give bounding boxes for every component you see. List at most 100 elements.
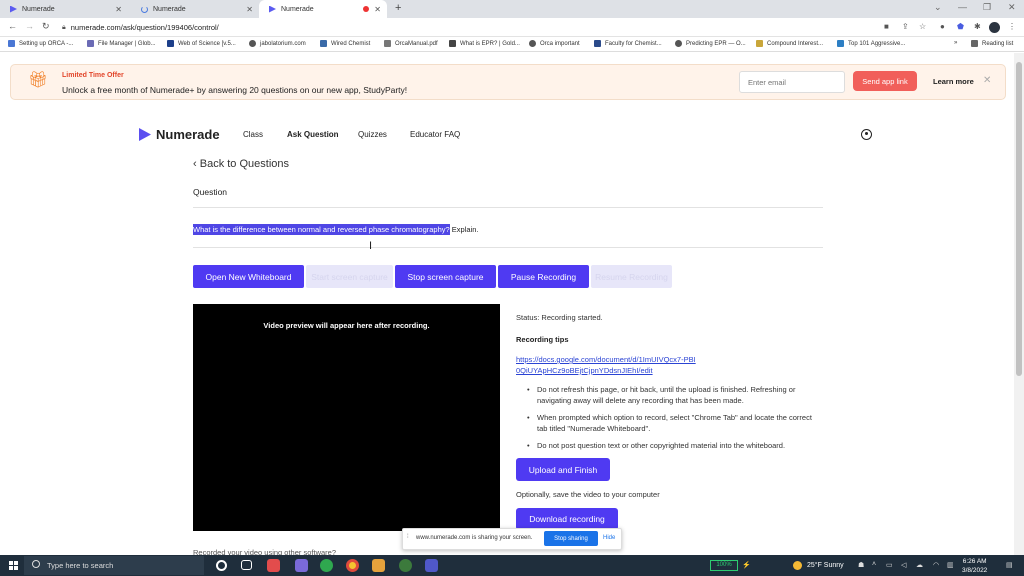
stop-sharing-button[interactable]: Stop sharing: [544, 531, 598, 546]
list-item: Do not post question text or other copyr…: [527, 440, 823, 451]
video-preview-text: Video preview will appear here after rec…: [263, 321, 430, 330]
bookmark-item[interactable]: Predicting EPR — O...: [675, 40, 746, 47]
close-tab-icon[interactable]: ✕: [246, 5, 253, 14]
battery-indicator[interactable]: 100%: [710, 560, 738, 571]
minimize-icon[interactable]: —: [958, 2, 967, 12]
url-text: numerade.com/ask/question/199406/control…: [70, 23, 219, 32]
divider: [193, 207, 823, 208]
bookmark-item[interactable]: Web of Science [v.5...: [167, 40, 236, 47]
open-new-whiteboard-button[interactable]: Open New Whiteboard: [193, 265, 304, 288]
nav-quizzes[interactable]: Quizzes: [358, 130, 387, 139]
upload-and-finish-button[interactable]: Upload and Finish: [516, 458, 610, 481]
close-icon[interactable]: ✕: [983, 75, 991, 86]
people-icon[interactable]: ☗: [858, 561, 864, 569]
bookmarks-overflow-icon[interactable]: »: [954, 40, 957, 46]
bookmark-item[interactable]: Wired Chemist: [320, 40, 370, 47]
bookmark-icon: [320, 40, 327, 47]
close-tab-icon[interactable]: ✕: [374, 5, 381, 14]
bookmark-item[interactable]: Orca important: [529, 40, 580, 47]
search-placeholder: Type here to search: [47, 561, 114, 570]
charging-icon: ⚡: [742, 562, 751, 569]
taskbar-search[interactable]: Type here to search: [24, 556, 204, 575]
start-screen-capture-button[interactable]: Start screen capture: [306, 265, 393, 288]
scrollbar-thumb[interactable]: [1016, 62, 1022, 376]
star-icon[interactable]: ☆: [919, 22, 926, 31]
chrome-icon[interactable]: [346, 559, 359, 572]
new-tab-icon[interactable]: +: [395, 2, 401, 14]
resume-recording-button[interactable]: Resume Recording: [591, 265, 672, 288]
gift-icon: 🎁︎: [28, 72, 49, 89]
profile-avatar[interactable]: [989, 22, 1000, 33]
app-icon[interactable]: [320, 559, 333, 572]
app-icon[interactable]: [267, 559, 280, 572]
reading-list[interactable]: Reading list: [971, 40, 1013, 47]
chrome-icon[interactable]: [399, 559, 412, 572]
browser-tab-1[interactable]: Numerade ✕: [0, 0, 128, 18]
extension-icon[interactable]: ●: [940, 22, 945, 31]
nav-class[interactable]: Class: [243, 130, 263, 139]
nav-educator-faq[interactable]: Educator FAQ: [410, 130, 460, 139]
network-icon[interactable]: ▭: [886, 561, 893, 569]
shield-icon[interactable]: ⬟: [957, 22, 964, 31]
browser-tab-3[interactable]: Numerade ✕: [259, 0, 387, 18]
bookmark-item[interactable]: Setting up ORCA -...: [8, 40, 73, 47]
window-close-icon[interactable]: ✕: [1008, 2, 1016, 13]
camera-icon[interactable]: ■: [884, 22, 889, 31]
question-heading: Question: [193, 187, 228, 197]
user-account-icon[interactable]: [861, 129, 872, 140]
recording-tips-title: Recording tips: [516, 335, 569, 344]
cortana-icon[interactable]: [216, 560, 227, 571]
numerade-logo-icon: [139, 128, 151, 141]
drag-handle-icon[interactable]: ⁞: [407, 534, 409, 540]
video-preview: [193, 304, 500, 531]
language-icon[interactable]: ▥: [947, 561, 954, 569]
recording-tips-link[interactable]: https://docs.google.com/document/d/1ImUI…: [516, 354, 696, 376]
cloud-icon[interactable]: ☁: [916, 561, 923, 569]
loading-spinner-icon: [141, 5, 148, 13]
hide-sharing-bar-button[interactable]: Hide: [603, 535, 615, 541]
volume-icon[interactable]: ◁: [901, 561, 906, 569]
nav-ask-question[interactable]: Ask Question: [287, 130, 339, 139]
chevron-down-icon[interactable]: ⌄: [934, 2, 942, 13]
clock[interactable]: 6:26 AM 3/8/2022: [962, 557, 987, 575]
pause-recording-button[interactable]: Pause Recording: [498, 265, 589, 288]
bookmark-item[interactable]: jabolatorium.com: [249, 40, 306, 47]
restore-icon[interactable]: ❐: [983, 2, 991, 13]
list-item: When prompted which option to record, se…: [527, 412, 823, 434]
app-icon[interactable]: [372, 559, 385, 572]
bookmark-item[interactable]: Compound Interest...: [756, 40, 823, 47]
bookmark-icon: [449, 40, 456, 47]
forward-arrow-icon[interactable]: →: [25, 21, 34, 31]
bookmark-item[interactable]: OrcaManual.pdf: [384, 40, 438, 47]
app-icon[interactable]: [295, 559, 308, 572]
bookmark-item[interactable]: What is EPR? | Gold...: [449, 40, 520, 47]
email-field[interactable]: [739, 71, 845, 93]
question-text-rest: Explain.: [449, 225, 479, 234]
browser-tab-2[interactable]: Numerade ✕: [131, 0, 259, 18]
close-tab-icon[interactable]: ✕: [115, 5, 122, 14]
download-recording-button[interactable]: Download recording: [516, 508, 618, 530]
notifications-icon[interactable]: ▤: [1006, 561, 1013, 569]
share-icon[interactable]: ⇪: [902, 22, 909, 31]
wifi-icon[interactable]: ◠: [933, 561, 939, 569]
windows-start-icon[interactable]: [9, 561, 18, 570]
weather-widget[interactable]: 25°F Sunny: [793, 561, 844, 570]
stop-screen-capture-button[interactable]: Stop screen capture: [395, 265, 496, 288]
reload-icon[interactable]: ↻: [42, 21, 50, 32]
chevron-up-icon[interactable]: ˄: [872, 561, 876, 568]
learn-more-link[interactable]: Learn more: [933, 77, 974, 86]
numerade-logo[interactable]: Numerade: [139, 127, 220, 142]
bookmark-item[interactable]: File Manager | Glob...: [87, 40, 156, 47]
url-field[interactable]: 🔒︎ numerade.com/ask/question/199406/cont…: [62, 21, 882, 34]
send-app-link-button[interactable]: Send app link: [853, 71, 917, 91]
teams-icon[interactable]: [425, 559, 438, 572]
task-view-icon[interactable]: [241, 560, 252, 570]
menu-kebab-icon[interactable]: ⋮: [1008, 22, 1016, 31]
bookmark-item[interactable]: Top 101 Aggressive...: [837, 40, 905, 47]
puzzle-icon[interactable]: ✱: [974, 22, 981, 31]
text-cursor-icon: I: [369, 240, 373, 252]
bookmark-item[interactable]: Faculty for Chemist...: [594, 40, 662, 47]
back-to-questions-link[interactable]: ‹ Back to Questions: [193, 158, 289, 170]
numerade-favicon-icon: [269, 5, 276, 13]
back-arrow-icon[interactable]: ←: [8, 21, 17, 31]
